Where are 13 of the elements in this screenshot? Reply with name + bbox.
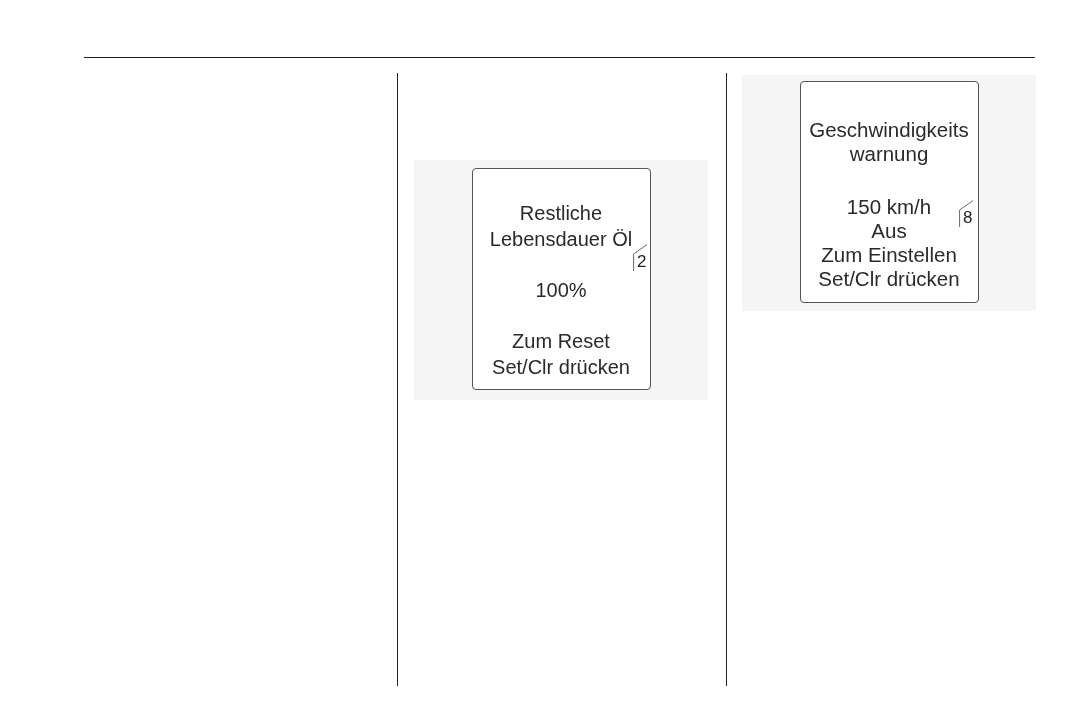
- display-text: Zum Reset: [512, 329, 610, 354]
- figure-number: 2: [632, 244, 650, 271]
- display-text: Zum Einstellen: [821, 243, 957, 267]
- display-text: Restliche: [519, 201, 603, 226]
- display-text: Lebensdauer Öl: [489, 227, 633, 252]
- display-text: Geschwindigkeits: [809, 118, 969, 142]
- display-text: Aus: [871, 219, 907, 243]
- display-text: 100%: [535, 278, 587, 303]
- display-text: 150 km/h: [846, 195, 932, 219]
- display-text: warnung: [849, 142, 929, 166]
- figure-number: 8: [958, 200, 976, 227]
- display-text: Set/Clr drücken: [818, 267, 960, 291]
- display-text: Set/Clr drücken: [492, 355, 630, 380]
